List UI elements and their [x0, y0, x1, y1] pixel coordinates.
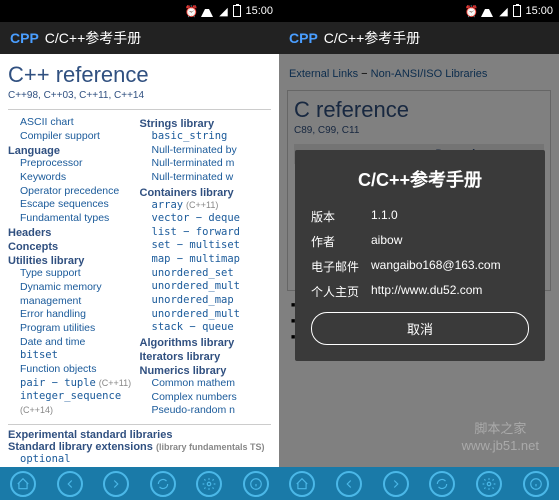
back-button[interactable]	[336, 471, 362, 497]
dialog-row: 个人主页http://www.du52.com	[311, 283, 529, 300]
column-2: Strings librarybasic_stringNull-terminat…	[140, 116, 272, 418]
dialog-row: 版本1.1.0	[311, 208, 529, 225]
list-item[interactable]: map − multimap	[140, 253, 272, 267]
wifi-icon: ◢	[217, 5, 229, 17]
c-standards: C89, C99, C11	[294, 125, 544, 136]
list-item[interactable]: Pseudo-random n	[140, 404, 272, 418]
status-bar: ⏰ ◢ 15:00	[279, 0, 559, 22]
info-button[interactable]	[243, 471, 269, 497]
list-item[interactable]: Keywords	[8, 171, 140, 185]
refresh-button[interactable]	[429, 471, 455, 497]
clock: 15:00	[525, 5, 553, 17]
external-links-link[interactable]: External Links	[289, 68, 358, 80]
alarm-icon: ⏰	[465, 5, 477, 17]
section-heading[interactable]: Numerics library	[140, 365, 272, 377]
columns: ASCII chartCompiler supportLanguagePrepr…	[8, 109, 271, 418]
left-screenshot: ⏰ ◢ 15:00 CPP C/C++参考手册 C++ reference C+…	[0, 0, 279, 500]
watermark: 脚本之家 www.jb51.net	[462, 421, 539, 455]
dialog-title: C/C++参考手册	[311, 166, 529, 192]
list-item[interactable]: Date and time	[8, 336, 140, 350]
signal-icon	[201, 5, 213, 17]
clock: 15:00	[245, 5, 273, 17]
settings-button[interactable]	[196, 471, 222, 497]
bottom-nav	[279, 467, 559, 500]
app-title: C/C++参考手册	[324, 28, 420, 48]
dialog-row: 作者aibow	[311, 233, 529, 250]
list-item[interactable]: Null-terminated w	[140, 171, 272, 185]
list-item[interactable]: Complex numbers	[140, 391, 272, 405]
standards: C++98, C++03, C++11, C++14	[8, 90, 271, 101]
list-item[interactable]: unordered_set	[140, 267, 272, 281]
list-item[interactable]: Error handling	[8, 308, 140, 322]
section-heading[interactable]: Utilities library	[8, 255, 140, 267]
back-button[interactable]	[57, 471, 83, 497]
section-heading[interactable]: Language	[8, 145, 140, 157]
section-heading[interactable]: Headers	[8, 227, 140, 239]
list-item[interactable]: stack − queue	[140, 321, 272, 335]
list-item[interactable]: Operator precedence	[8, 185, 140, 199]
list-item[interactable]: unordered_mult	[140, 308, 272, 322]
app-bar: CPP C/C++参考手册	[0, 22, 279, 54]
exp-heading[interactable]: Experimental standard libraries	[8, 429, 271, 441]
section-heading[interactable]: Iterators library	[140, 351, 272, 363]
list-item[interactable]: Null-terminated by	[140, 144, 272, 158]
list-item[interactable]: Dynamic memory management	[8, 281, 140, 308]
list-item[interactable]: list − forward	[140, 226, 272, 240]
section-heading[interactable]: Strings library	[140, 118, 272, 130]
list-item[interactable]: basic_string	[140, 130, 272, 144]
list-item[interactable]: Escape sequences	[8, 198, 140, 212]
external-links: External Links − Non-ANSI/ISO Libraries	[287, 62, 551, 86]
ext-heading[interactable]: Standard library extensions (library fun…	[8, 441, 271, 453]
app-logo: CPP	[10, 30, 39, 46]
list-item[interactable]: set − multiset	[140, 239, 272, 253]
refresh-button[interactable]	[150, 471, 176, 497]
section-heading[interactable]: Algorithms library	[140, 337, 272, 349]
status-bar: ⏰ ◢ 15:00	[0, 0, 279, 22]
about-dialog: C/C++参考手册 版本1.1.0 作者aibow 电子邮件wangaibo168@…	[295, 150, 545, 361]
list-item[interactable]: pair − tuple (C++11)	[8, 377, 140, 391]
list-item[interactable]: Compiler support	[8, 130, 140, 144]
list-item[interactable]: unordered_map	[140, 294, 272, 308]
c-title: C reference	[294, 97, 544, 123]
list-item[interactable]: vector − deque	[140, 212, 272, 226]
cancel-button[interactable]: 取消	[311, 312, 529, 345]
content-left[interactable]: C++ reference C++98, C++03, C++11, C++14…	[0, 54, 279, 467]
list-item[interactable]: array (C++11)	[140, 199, 272, 213]
wifi-icon: ◢	[497, 5, 509, 17]
settings-button[interactable]	[476, 471, 502, 497]
list-item[interactable]: bitset	[8, 349, 140, 363]
home-button[interactable]	[10, 471, 36, 497]
alarm-icon: ⏰	[185, 5, 197, 17]
list-item[interactable]: integer_sequence (C++14)	[8, 390, 140, 417]
app-logo: CPP	[289, 30, 318, 46]
column-1: ASCII chartCompiler supportLanguagePrepr…	[8, 116, 140, 418]
list-item[interactable]: unordered_mult	[140, 280, 272, 294]
signal-icon	[481, 5, 493, 17]
experimental-section: Experimental standard libraries Standard…	[8, 424, 271, 467]
section-heading[interactable]: Concepts	[8, 241, 140, 253]
dialog-row: 电子邮件wangaibo168@163.com	[311, 258, 529, 275]
page-title: C++ reference	[8, 62, 271, 88]
home-button[interactable]	[289, 471, 315, 497]
list-item[interactable]: Type support	[8, 267, 140, 281]
info-button[interactable]	[523, 471, 549, 497]
list-item[interactable]: Null-terminated m	[140, 157, 272, 171]
section-heading[interactable]: Containers library	[140, 187, 272, 199]
bottom-nav	[0, 467, 279, 500]
list-item[interactable]: Preprocessor	[8, 157, 140, 171]
battery-icon	[233, 5, 241, 17]
forward-button[interactable]	[103, 471, 129, 497]
list-item[interactable]: ASCII chart	[8, 116, 140, 130]
list-item[interactable]: optional	[8, 453, 271, 467]
list-item[interactable]: Fundamental types	[8, 212, 140, 226]
list-item[interactable]: Function objects	[8, 363, 140, 377]
list-item[interactable]: Program utilities	[8, 322, 140, 336]
app-title: C/C++参考手册	[45, 28, 141, 48]
forward-button[interactable]	[383, 471, 409, 497]
list-item[interactable]: Common mathem	[140, 377, 272, 391]
non-ansi-link[interactable]: Non-ANSI/ISO Libraries	[371, 68, 488, 80]
battery-icon	[513, 5, 521, 17]
app-bar: CPP C/C++参考手册	[279, 22, 559, 54]
